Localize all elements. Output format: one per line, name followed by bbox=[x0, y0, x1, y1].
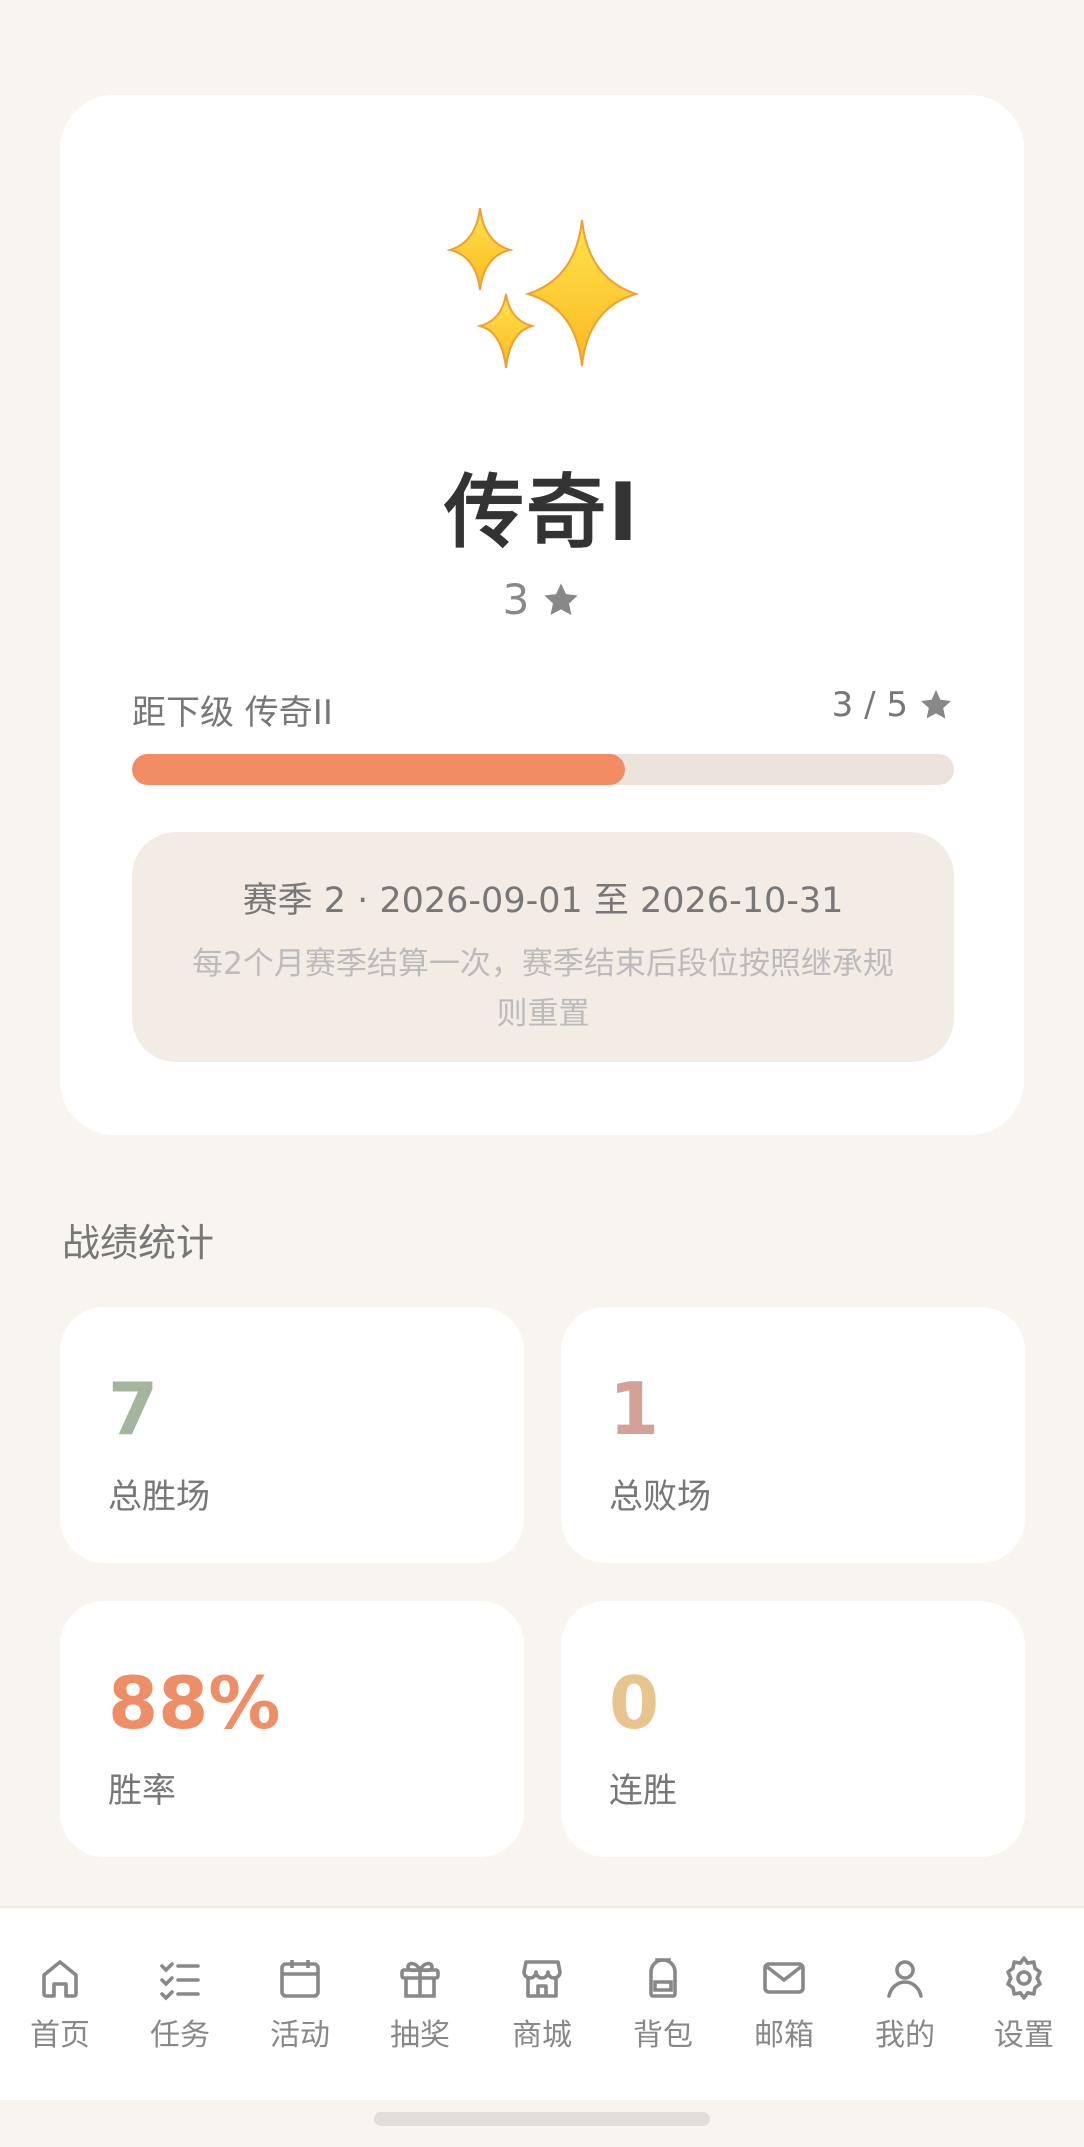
tab-events-label: 活动 bbox=[270, 2018, 330, 2053]
store-icon bbox=[522, 1960, 562, 1998]
tab-home[interactable]: 首页 bbox=[0, 1908, 120, 2058]
tab-mail[interactable]: 邮箱 bbox=[724, 1908, 844, 2058]
win-rate-label: 胜率 bbox=[108, 1771, 176, 1811]
bottom-tab-bar: 首页 任务 活动 抽奖 商城 背包 邮箱 我的 设置 bbox=[0, 1906, 1084, 2100]
season-title: 赛季 2 · 2026-09-01 至 2026-10-31 bbox=[242, 881, 844, 921]
backpack-icon bbox=[649, 1958, 677, 1998]
tab-mail-label: 邮箱 bbox=[754, 2018, 814, 2053]
stat-card-losses: 1 总败场 bbox=[561, 1307, 1025, 1563]
current-stars: 3 bbox=[0, 575, 1084, 624]
star-icon bbox=[921, 690, 951, 719]
rank-progress-fill bbox=[132, 754, 626, 785]
sparkles-icon bbox=[446, 207, 640, 369]
tab-settings[interactable]: 设置 bbox=[964, 1908, 1084, 2058]
gift-icon bbox=[400, 1961, 440, 1998]
tab-profile-label: 我的 bbox=[875, 2018, 935, 2053]
stats-section-title: 战绩统计 bbox=[62, 1221, 215, 1265]
calendar-icon bbox=[280, 1960, 320, 1998]
tab-tasks[interactable]: 任务 bbox=[120, 1908, 240, 2058]
gear-icon bbox=[1006, 1956, 1042, 2000]
star-icon bbox=[544, 582, 579, 615]
tab-store-label: 商城 bbox=[512, 2018, 572, 2053]
next-rank-progress-text: 3 / 5 bbox=[831, 685, 908, 725]
checklist-icon bbox=[160, 1962, 200, 2001]
next-rank-label: 距下级 传奇II bbox=[132, 693, 333, 733]
tab-lottery[interactable]: 抽奖 bbox=[360, 1908, 480, 2058]
next-rank-progress: 3 / 5 bbox=[832, 685, 954, 725]
rank-name: 传奇I bbox=[444, 466, 640, 559]
stat-card-win-rate: 88% 胜率 bbox=[60, 1601, 524, 1857]
streak-label: 连胜 bbox=[609, 1771, 677, 1811]
tab-store[interactable]: 商城 bbox=[482, 1908, 602, 2058]
home-icon bbox=[42, 1960, 78, 1998]
tab-backpack-label: 背包 bbox=[633, 2018, 693, 2053]
losses-value: 1 bbox=[609, 1367, 660, 1451]
current-stars-count: 3 bbox=[502, 575, 530, 624]
season-info: 赛季 2 · 2026-09-01 至 2026-10-31 每2个月赛季结算一… bbox=[132, 832, 954, 1062]
streak-value: 0 bbox=[609, 1661, 660, 1745]
tab-backpack[interactable]: 背包 bbox=[603, 1908, 723, 2058]
season-note: 每2个月赛季结算一次，赛季结束后段位按照继承规则重置 bbox=[192, 946, 894, 1032]
tab-settings-label: 设置 bbox=[994, 2018, 1054, 2053]
home-indicator[interactable] bbox=[374, 2112, 710, 2126]
stat-card-wins: 7 总胜场 bbox=[60, 1307, 524, 1563]
win-rate-value: 88% bbox=[108, 1661, 281, 1745]
tab-home-label: 首页 bbox=[30, 2018, 90, 2053]
mail-icon bbox=[763, 1962, 805, 1994]
losses-label: 总败场 bbox=[609, 1477, 711, 1517]
wins-label: 总胜场 bbox=[108, 1477, 210, 1517]
wins-value: 7 bbox=[108, 1367, 159, 1451]
user-icon bbox=[887, 1960, 923, 1998]
tab-events[interactable]: 活动 bbox=[240, 1908, 360, 2058]
tab-lottery-label: 抽奖 bbox=[390, 2018, 450, 2053]
tab-profile[interactable]: 我的 bbox=[845, 1908, 965, 2058]
stat-card-streak: 0 连胜 bbox=[561, 1601, 1025, 1857]
rank-progress-bar bbox=[132, 754, 954, 785]
tab-tasks-label: 任务 bbox=[150, 2018, 210, 2053]
